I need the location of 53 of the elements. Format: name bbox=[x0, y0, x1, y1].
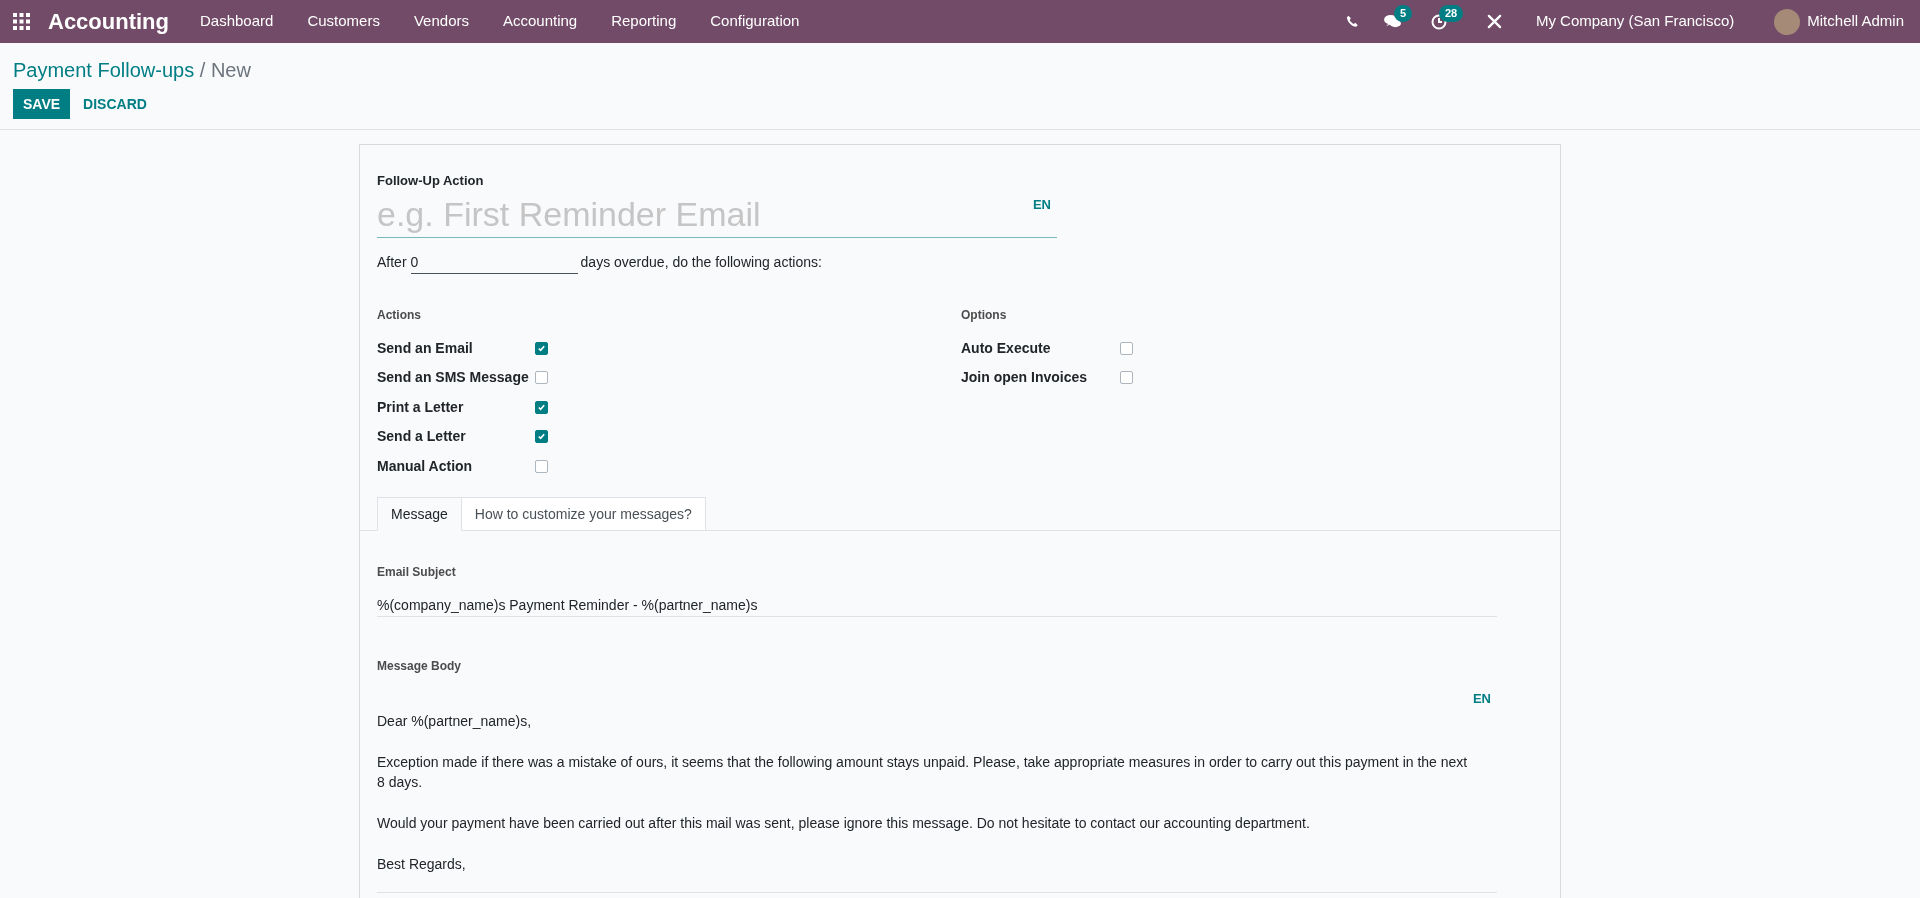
checkbox-label: Send an Email bbox=[377, 338, 474, 358]
apps-menu-icon[interactable] bbox=[13, 13, 30, 30]
tab[interactable]: Message bbox=[377, 497, 462, 531]
notification-badge: 5 bbox=[1393, 5, 1412, 22]
checkmark-icon bbox=[537, 432, 546, 442]
checkbox[interactable] bbox=[535, 341, 548, 355]
menu-item[interactable]: Vendors bbox=[396, 10, 486, 33]
menu-item[interactable]: Dashboard bbox=[183, 10, 291, 33]
company-switcher[interactable]: My Company (San Francisco) bbox=[1535, 10, 1735, 33]
checkbox-label: Auto Execute bbox=[961, 338, 1052, 358]
checkmark-icon bbox=[537, 343, 546, 353]
clock-icon[interactable] bbox=[1430, 13, 1447, 30]
notification-badge: 28 bbox=[1438, 4, 1464, 22]
breadcrumb-link[interactable]: Payment Follow-ups bbox=[13, 59, 195, 81]
checkbox[interactable] bbox=[1120, 341, 1133, 355]
checkmark-icon bbox=[537, 402, 546, 412]
email-subject-input[interactable]: %(company_name)s Payment Reminder - %(partner_name)s bbox=[377, 593, 1497, 617]
checkbox-label: Join open Invoices bbox=[961, 368, 1089, 388]
breadcrumb-separator: / bbox=[199, 59, 206, 81]
language-button[interactable]: EN bbox=[1472, 689, 1491, 709]
checkbox[interactable] bbox=[535, 371, 548, 385]
message-paragraph: Best Regards, bbox=[377, 854, 467, 874]
checkbox[interactable] bbox=[1120, 371, 1133, 385]
checkbox-label: Send an SMS Message bbox=[377, 368, 530, 388]
menu-item[interactable]: Configuration bbox=[693, 10, 817, 33]
menu-item[interactable]: Accounting bbox=[485, 10, 595, 33]
user-menu[interactable]: Mitchell Admin bbox=[1807, 10, 1904, 33]
message-paragraph: Would your payment have been carried out after this mail was sent, please ignore this message. Do not hesitate to contact our accounting department. bbox=[377, 813, 1311, 833]
menu-item[interactable]: Reporting bbox=[594, 10, 694, 33]
checkbox-label: Print a Letter bbox=[377, 397, 465, 417]
section-heading: Actions bbox=[377, 306, 422, 324]
checkbox[interactable] bbox=[535, 400, 548, 414]
checkbox[interactable] bbox=[535, 459, 548, 473]
field-label: Follow-Up Action bbox=[377, 172, 485, 190]
tab[interactable]: How to customize your messages? bbox=[461, 497, 706, 531]
checkbox-label: Send a Letter bbox=[377, 427, 467, 447]
phone-icon[interactable] bbox=[1345, 15, 1359, 28]
section-heading: Options bbox=[961, 306, 1008, 324]
checkbox[interactable] bbox=[535, 430, 548, 444]
checkbox-label: Manual Action bbox=[377, 456, 474, 476]
app-name[interactable]: Accounting bbox=[48, 5, 169, 38]
field-label: After bbox=[377, 253, 407, 272]
field-label: days overdue, do the following actions: bbox=[580, 253, 822, 272]
days-input[interactable]: 0 bbox=[410, 251, 578, 274]
menu-item[interactable]: Customers bbox=[290, 10, 397, 33]
field-label: Email Subject bbox=[377, 564, 457, 581]
field-label: Message Body bbox=[377, 658, 463, 675]
language-button[interactable]: EN bbox=[1032, 195, 1051, 215]
message-paragraph: Dear %(partner_name)s, bbox=[377, 711, 533, 731]
message-paragraph: Exception made if there was a mistake of ours, it seems that the following amount stays unpaid. Please, take appropriate measures in order to carry out this payment in the next 8 days. bbox=[377, 752, 1469, 792]
discard-button[interactable]: DISCARD bbox=[70, 89, 160, 119]
breadcrumb-current: New bbox=[210, 59, 251, 81]
save-button[interactable]: SAVE bbox=[13, 89, 71, 119]
